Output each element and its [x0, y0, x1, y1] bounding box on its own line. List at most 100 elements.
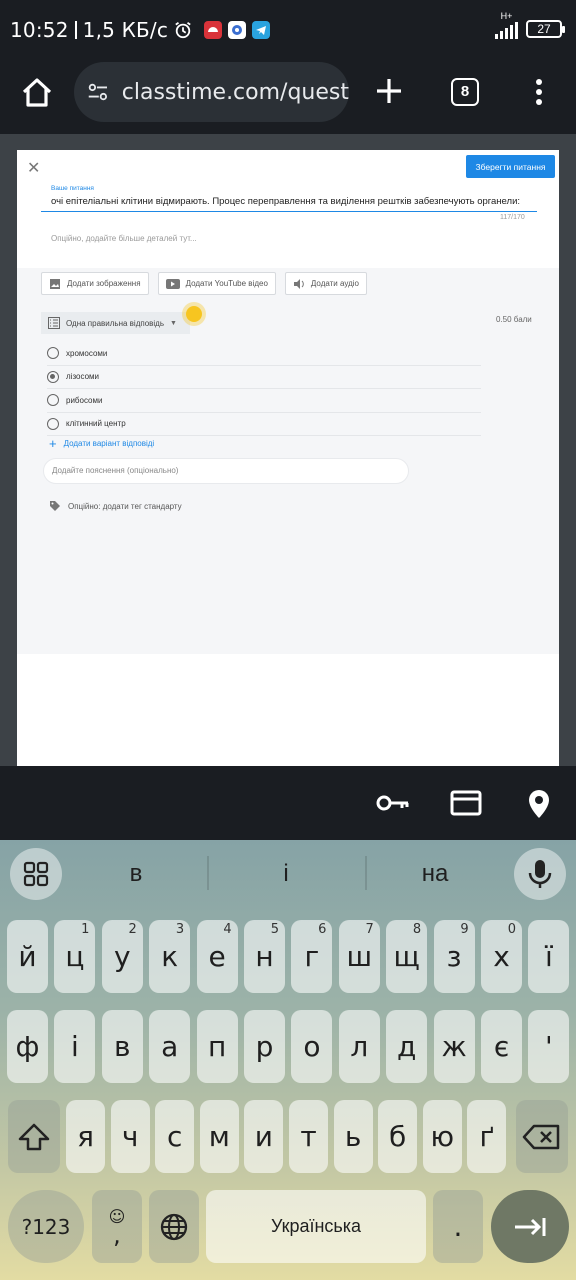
tab-switcher-button[interactable]: 8 — [451, 78, 479, 106]
add-youtube-button[interactable]: Додати YouTube відео — [157, 272, 276, 295]
answer-option[interactable]: лізосоми — [47, 366, 481, 389]
key-8[interactable]: щ8 — [386, 920, 428, 993]
question-input[interactable]: очі епітеліальні клітини відмирають. Про… — [41, 194, 537, 212]
dialog-footer-area — [17, 654, 559, 766]
home-button[interactable] — [18, 74, 58, 114]
key-5[interactable]: н5 — [244, 920, 285, 993]
payment-methods-button[interactable] — [450, 788, 486, 818]
save-question-button[interactable]: Зберегти питання — [466, 155, 555, 178]
key-23[interactable]: ' — [528, 1010, 570, 1083]
points-value[interactable]: 0.50 бали — [496, 315, 532, 324]
add-answer-button[interactable]: + Додати варіант відповіді — [49, 436, 154, 451]
answer-label[interactable]: хромосоми — [66, 349, 107, 358]
add-audio-button[interactable]: Додати аудіо — [284, 272, 367, 295]
key-3[interactable]: к3 — [149, 920, 191, 993]
key-7[interactable]: ш7 — [338, 920, 380, 993]
key-13[interactable]: і — [54, 1010, 96, 1083]
key-2[interactable]: у2 — [101, 920, 143, 993]
new-tab-button[interactable] — [372, 74, 406, 108]
explanation-input[interactable]: Додайте пояснення (опціонально) — [43, 458, 409, 484]
address-bar[interactable]: classtime.com/quest — [74, 62, 349, 122]
suggestion-1[interactable]: в — [86, 860, 186, 888]
period-key[interactable]: . — [433, 1190, 483, 1263]
shift-key[interactable] — [8, 1100, 60, 1173]
details-input[interactable]: Опційно, додайте більше деталей тут... — [51, 234, 197, 243]
key-6[interactable]: г6 — [291, 920, 333, 993]
key-33[interactable]: ґ — [467, 1100, 507, 1173]
battery-level: 27 — [537, 21, 551, 36]
key-14[interactable]: в — [101, 1010, 143, 1083]
answer-option[interactable]: рибосоми — [47, 389, 481, 413]
answer-label[interactable]: лізосоми — [66, 372, 99, 381]
key-9[interactable]: з9 — [433, 920, 475, 993]
telegram-icon — [252, 21, 271, 39]
key-26[interactable]: с — [155, 1100, 195, 1173]
key-12[interactable]: ф — [7, 1010, 48, 1083]
key-30[interactable]: ь — [333, 1100, 373, 1173]
backspace-key[interactable] — [516, 1100, 568, 1173]
key-16[interactable]: п — [196, 1010, 238, 1083]
enter-key[interactable] — [491, 1190, 569, 1263]
key-10[interactable]: х0 — [481, 920, 522, 993]
answer-label[interactable]: рибосоми — [66, 396, 102, 405]
radio-icon[interactable] — [47, 394, 59, 407]
keyboard-menu-button[interactable] — [10, 848, 62, 900]
key-31[interactable]: б — [378, 1100, 418, 1173]
question-type-select[interactable]: Одна правильна відповідь ▼ — [41, 312, 190, 334]
add-standard-tag-button[interactable]: Опційно: додати тег стандарту — [49, 500, 182, 512]
answer-label[interactable]: клітинний центр — [66, 419, 126, 428]
suggestion-2[interactable]: і — [236, 860, 336, 888]
key-27[interactable]: м — [199, 1100, 239, 1173]
key-21[interactable]: ж — [433, 1010, 475, 1083]
radio-selected-icon[interactable] — [47, 370, 59, 383]
key-17[interactable]: р — [244, 1010, 285, 1083]
battery-icon: 27 — [526, 19, 565, 38]
chevron-down-icon: ▼ — [170, 319, 177, 327]
answer-list: хромосоми лізосоми рибосоми клітинний це… — [47, 342, 481, 436]
key-label: щ — [393, 940, 420, 973]
key-18[interactable]: о — [291, 1010, 333, 1083]
site-settings-icon[interactable] — [86, 79, 110, 105]
voice-input-button[interactable] — [514, 848, 566, 900]
answer-option[interactable]: клітинний центр — [47, 413, 481, 436]
key-11[interactable]: ї — [528, 920, 570, 993]
dialog-header: ✕ Зберегти питання Ваше питання очі епіт… — [17, 150, 559, 268]
key-label: х — [493, 940, 510, 973]
tag-icon — [50, 501, 60, 511]
passwords-button[interactable] — [375, 788, 411, 818]
divider — [74, 21, 77, 39]
key-32[interactable]: ю — [422, 1100, 462, 1173]
radio-icon[interactable] — [47, 417, 59, 430]
key-15[interactable]: а — [149, 1010, 191, 1083]
emoji-comma-key[interactable]: ☺ , — [92, 1190, 142, 1263]
addresses-button[interactable] — [526, 788, 562, 818]
key-0[interactable]: й — [7, 920, 48, 993]
answer-option[interactable]: хромосоми — [47, 342, 481, 366]
language-key[interactable] — [149, 1190, 199, 1263]
space-key[interactable]: Українська — [206, 1190, 426, 1263]
tag-label: Опційно: додати тег стандарту — [68, 501, 182, 511]
location-pin-icon — [529, 790, 549, 818]
symbols-key[interactable]: ?123 — [8, 1190, 84, 1263]
key-29[interactable]: т — [289, 1100, 328, 1173]
key-hint: 0 — [507, 922, 516, 937]
key-label: г — [304, 940, 320, 973]
key-4[interactable]: е4 — [196, 920, 238, 993]
add-image-button[interactable]: Додати зображення — [41, 272, 149, 295]
radio-icon[interactable] — [47, 347, 59, 360]
key-20[interactable]: д — [386, 1010, 428, 1083]
key-1[interactable]: ц1 — [54, 920, 96, 993]
suggestion-3[interactable]: на — [385, 860, 485, 888]
key-22[interactable]: є — [481, 1010, 522, 1083]
key-label: ц — [65, 940, 85, 973]
key-28[interactable]: и — [244, 1100, 284, 1173]
home-icon — [22, 78, 52, 107]
key-25[interactable]: ч — [110, 1100, 150, 1173]
key-hint: 8 — [412, 922, 422, 937]
key-24[interactable]: я — [66, 1100, 105, 1173]
key-19[interactable]: л — [338, 1010, 380, 1083]
close-icon[interactable]: ✕ — [27, 158, 40, 178]
network-speed: 1,5 КБ/с — [82, 18, 169, 42]
browser-menu-button[interactable] — [528, 76, 550, 108]
key-hint: 2 — [128, 922, 137, 937]
